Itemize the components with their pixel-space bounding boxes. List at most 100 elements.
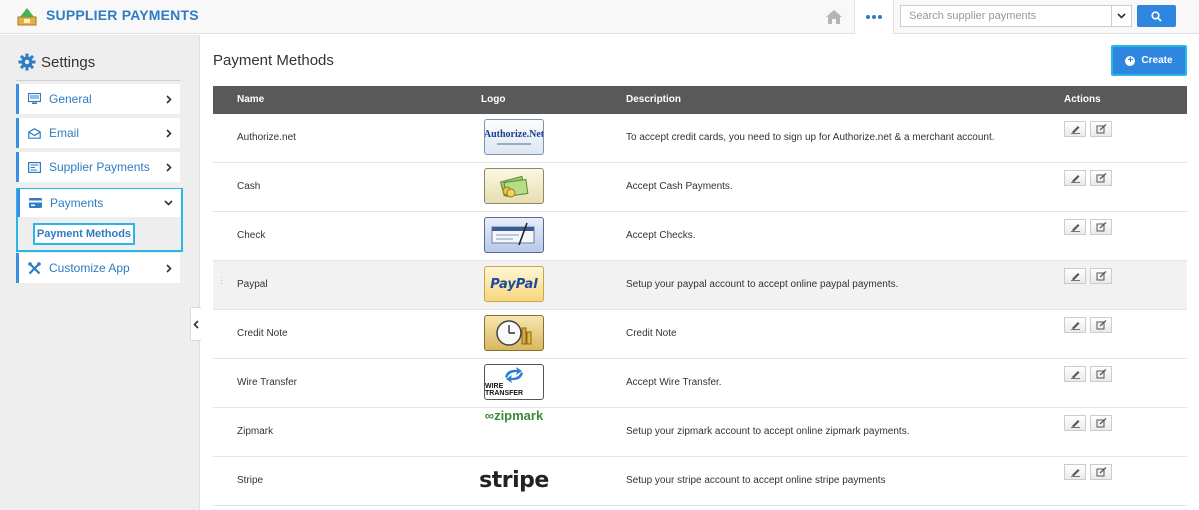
external-edit-icon xyxy=(1096,173,1106,183)
row-description: Setup your paypal account to accept onli… xyxy=(626,279,899,290)
external-edit-icon xyxy=(1096,124,1106,134)
logo-text: WIRE TRANSFER xyxy=(485,383,524,397)
edit-button[interactable] xyxy=(1064,170,1086,186)
row-actions xyxy=(1064,366,1116,382)
row-description: Accept Checks. xyxy=(626,230,696,241)
logo-text: PayPal xyxy=(490,276,538,292)
sidebar-item-label: General xyxy=(49,92,92,106)
app-title: SUPPLIER PAYMENTS xyxy=(46,7,199,23)
row-name: Paypal xyxy=(237,279,268,290)
chevron-right-icon xyxy=(166,94,172,104)
pencil-icon xyxy=(1070,273,1080,281)
column-header: Description xyxy=(626,94,682,105)
pencil-icon xyxy=(1070,126,1080,134)
table-row: Credit Note Credit Note xyxy=(213,310,1187,359)
external-edit-icon xyxy=(1096,369,1106,379)
row-description: Setup your stripe account to accept onli… xyxy=(626,475,886,486)
edit-button[interactable] xyxy=(1064,415,1086,431)
row-description: Accept Cash Payments. xyxy=(626,181,733,192)
settings-header: Settings xyxy=(18,53,95,71)
row-actions xyxy=(1064,268,1116,284)
row-name: Check xyxy=(237,230,266,241)
search-input[interactable] xyxy=(900,5,1112,27)
sidebar-collapse-button[interactable] xyxy=(190,307,201,341)
open-button[interactable] xyxy=(1090,268,1112,284)
edit-button[interactable] xyxy=(1064,121,1086,137)
row-actions xyxy=(1064,170,1116,186)
column-header: Actions xyxy=(1064,94,1101,105)
external-edit-icon xyxy=(1096,418,1106,428)
plus-circle-icon: + xyxy=(1125,55,1136,66)
gear-icon xyxy=(18,53,36,71)
row-description: Setup your zipmark account to accept onl… xyxy=(626,426,910,437)
row-actions xyxy=(1064,415,1116,431)
envelope-icon xyxy=(28,127,41,139)
monitor-icon xyxy=(28,93,41,104)
sidebar-item-email[interactable]: Email xyxy=(16,118,180,148)
create-button-label: Create xyxy=(1141,55,1173,66)
sidebar-item-label: Email xyxy=(49,126,80,140)
chevron-right-icon xyxy=(166,162,172,172)
table-row: Cash Accept Cash Payments. xyxy=(213,163,1187,212)
open-button[interactable] xyxy=(1090,415,1112,431)
open-button[interactable] xyxy=(1090,366,1112,382)
authorize-net-logo: Authorize.Net xyxy=(483,118,545,156)
chevron-left-icon xyxy=(193,319,199,329)
pencil-icon xyxy=(1070,322,1080,330)
edit-button[interactable] xyxy=(1064,317,1086,333)
open-button[interactable] xyxy=(1090,464,1112,480)
external-edit-icon xyxy=(1096,271,1106,281)
divider xyxy=(16,80,180,81)
more-button[interactable] xyxy=(854,0,894,34)
edit-button[interactable] xyxy=(1064,219,1086,235)
sidebar-subitem-payment-methods[interactable]: Payment Methods xyxy=(33,223,135,245)
pencil-icon xyxy=(1070,175,1080,183)
drag-handle-icon[interactable]: ⋮ xyxy=(217,276,226,285)
row-name: Wire Transfer xyxy=(237,377,298,388)
open-button[interactable] xyxy=(1090,121,1112,137)
row-actions xyxy=(1064,317,1116,333)
sidebar-item-payments[interactable]: Payments xyxy=(17,189,181,217)
search-icon xyxy=(1151,10,1162,22)
row-actions xyxy=(1064,464,1116,480)
home-button[interactable] xyxy=(814,0,854,34)
table-row: Authorize.net Authorize.Net To accept cr… xyxy=(213,114,1187,163)
more-icon xyxy=(865,15,883,19)
cash-logo xyxy=(483,167,545,205)
logo-text: Authorize.Net xyxy=(484,129,544,140)
open-button[interactable] xyxy=(1090,317,1112,333)
row-name: Authorize.net xyxy=(237,132,296,143)
table-row: Zipmark ∞ zipmark Setup your zipmark acc… xyxy=(213,408,1187,457)
table-row: Check Accept Checks. xyxy=(213,212,1187,261)
row-actions xyxy=(1064,121,1116,137)
sidebar-item-general[interactable]: General xyxy=(16,84,180,114)
top-bar: SUPPLIER PAYMENTS xyxy=(0,0,1199,34)
create-button[interactable]: + Create xyxy=(1111,45,1187,76)
sidebar-item-label: Supplier Payments xyxy=(49,160,150,174)
search-dropdown-button[interactable] xyxy=(1112,5,1132,27)
chevron-down-icon xyxy=(164,200,173,206)
external-edit-icon xyxy=(1096,467,1106,477)
edit-button[interactable] xyxy=(1064,268,1086,284)
pencil-icon xyxy=(1070,469,1080,477)
sidebar-item-label: Customize App xyxy=(49,261,130,275)
search-button[interactable] xyxy=(1137,5,1176,27)
open-button[interactable] xyxy=(1090,170,1112,186)
edit-button[interactable] xyxy=(1064,366,1086,382)
tools-icon xyxy=(28,261,41,274)
sidebar-item-supplier-payments[interactable]: Supplier Payments xyxy=(16,152,180,182)
chevron-right-icon xyxy=(166,263,172,273)
wire-transfer-logo: WIRE TRANSFER xyxy=(483,363,545,401)
edit-button[interactable] xyxy=(1064,464,1086,480)
sidebar: Settings General Email Supplier Payments xyxy=(0,35,200,510)
pencil-icon xyxy=(1070,420,1080,428)
zipmark-logo: ∞ zipmark xyxy=(484,408,544,423)
external-edit-icon xyxy=(1096,320,1106,330)
payment-methods-table: Name Logo Description Actions Authorize.… xyxy=(213,86,1187,506)
check-logo xyxy=(483,216,545,254)
row-description: Credit Note xyxy=(626,328,677,339)
open-button[interactable] xyxy=(1090,219,1112,235)
sidebar-item-customize-app[interactable]: Customize App xyxy=(16,253,180,283)
table-header: Name Logo Description Actions xyxy=(213,86,1187,114)
logo-text: zipmark xyxy=(494,408,544,423)
